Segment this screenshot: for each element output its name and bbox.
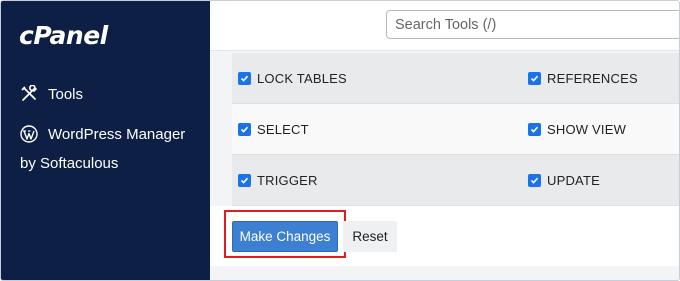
cpanel-logo[interactable]: cPanel	[19, 21, 108, 50]
checkbox-checked-icon[interactable]	[528, 71, 541, 85]
sidebar-item-label: WordPress Manager	[48, 125, 186, 143]
privilege-checkbox-select[interactable]: SELECT	[238, 122, 309, 137]
form-actions: Make Changes Reset	[210, 206, 679, 266]
privilege-label: REFERENCES	[547, 70, 638, 86]
privilege-label: SELECT	[257, 121, 309, 137]
table-row: LOCK TABLES REFERENCES	[232, 53, 679, 104]
tools-icon	[20, 85, 38, 103]
sidebar-item-label: Tools	[48, 85, 84, 103]
privilege-label: TRIGGER	[257, 172, 318, 188]
privilege-label: SHOW VIEW	[547, 121, 627, 137]
table-row: SELECT SHOW VIEW	[232, 104, 679, 155]
top-bar	[210, 1, 679, 51]
privilege-label: LOCK TABLES	[257, 70, 347, 86]
wordpress-icon	[20, 125, 38, 143]
search-input[interactable]	[386, 10, 679, 39]
checkbox-checked-icon[interactable]	[528, 173, 541, 187]
reset-button[interactable]: Reset	[343, 221, 397, 252]
privilege-checkbox-lock-tables[interactable]: LOCK TABLES	[238, 71, 347, 86]
app-frame: cPanel Tools WordPress Manager by Softac…	[0, 0, 680, 281]
checkbox-checked-icon[interactable]	[238, 71, 251, 85]
make-changes-button[interactable]: Make Changes	[232, 221, 338, 252]
sidebar-item-wordpress-manager[interactable]: WordPress Manager	[20, 125, 185, 143]
sidebar-item-sublabel: by Softaculous	[20, 155, 119, 172]
privilege-label: UPDATE	[547, 172, 600, 188]
privilege-checkbox-references[interactable]: REFERENCES	[528, 71, 638, 86]
checkbox-checked-icon[interactable]	[528, 122, 541, 136]
checkbox-checked-icon[interactable]	[238, 173, 251, 187]
privilege-checkbox-trigger[interactable]: TRIGGER	[238, 173, 318, 188]
sidebar: cPanel Tools WordPress Manager by Softac…	[1, 1, 210, 280]
table-row: TRIGGER UPDATE	[232, 155, 679, 206]
privileges-table: LOCK TABLES REFERENCES SELECT SHOW VIEW …	[232, 53, 679, 206]
sidebar-item-tools[interactable]: Tools	[20, 85, 83, 103]
checkbox-checked-icon[interactable]	[238, 122, 251, 136]
privilege-checkbox-show-view[interactable]: SHOW VIEW	[528, 122, 626, 137]
privilege-checkbox-update[interactable]: UPDATE	[528, 173, 600, 188]
main-content: LOCK TABLES REFERENCES SELECT	[210, 1, 679, 280]
